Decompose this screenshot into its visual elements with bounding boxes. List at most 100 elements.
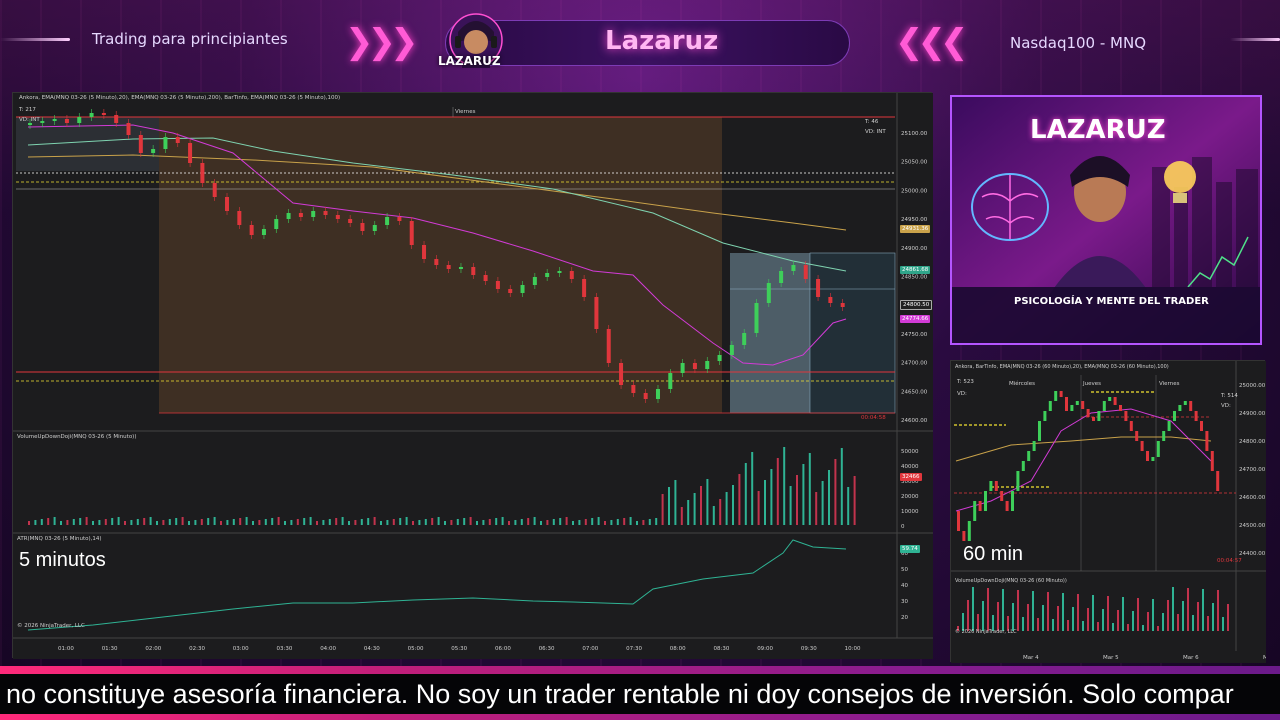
hourly-candle xyxy=(1156,441,1160,457)
volume-axis-label: 40000 xyxy=(901,464,919,470)
volume-bar xyxy=(783,447,786,525)
time-axis-label: 07:00 xyxy=(582,646,598,652)
hourly-copyright: © 2026 NinjaTrader, LLC xyxy=(955,629,1017,635)
bar-countdown: 00:04:58 xyxy=(861,415,886,421)
volume-bar xyxy=(85,517,88,525)
candle xyxy=(323,211,328,215)
hourly-volume-bar xyxy=(1107,596,1109,631)
hourly-volume-bar xyxy=(1017,590,1019,631)
time-axis-label: 09:30 xyxy=(801,646,817,652)
candle xyxy=(52,119,57,121)
volume-bar xyxy=(162,520,165,525)
volume-bar xyxy=(111,518,114,525)
hourly-price-axis-label: 25000.00 xyxy=(1239,383,1266,389)
tick-count-label: T: 217 xyxy=(19,107,36,113)
volume-bar xyxy=(520,519,523,525)
hourly-volume-bar xyxy=(1162,613,1164,631)
volume-bar xyxy=(668,487,670,525)
volume-bar xyxy=(348,521,350,525)
candle xyxy=(446,265,451,269)
hourly-volume-bar xyxy=(1177,614,1179,631)
volume-bar xyxy=(757,491,760,525)
volume-bar xyxy=(476,521,478,525)
volume-bar xyxy=(79,518,82,525)
candle xyxy=(828,297,833,303)
hourly-candle xyxy=(1129,421,1133,431)
hourly-candle xyxy=(1054,391,1058,401)
price-axis-label: 24650.00 xyxy=(901,389,928,395)
candle xyxy=(471,267,476,275)
time-axis-label: 08:00 xyxy=(670,646,686,652)
volume-bar xyxy=(309,517,312,525)
hourly-candle xyxy=(1200,421,1203,431)
candle xyxy=(766,283,771,303)
volume-bar xyxy=(584,519,587,525)
volume-bar xyxy=(828,470,830,525)
main-chart-panel[interactable]: 25100.00 25050.00 25000.00 24950.00 24900.00… xyxy=(12,92,933,659)
time-axis-label: 02:00 xyxy=(145,646,161,652)
candle xyxy=(569,271,574,279)
candle xyxy=(606,329,611,363)
volume-bar xyxy=(226,520,229,525)
time-axis-label: 08:30 xyxy=(714,646,730,652)
volume-bar xyxy=(808,453,811,525)
candle xyxy=(458,267,463,269)
candle xyxy=(631,385,636,393)
volume-bar xyxy=(482,520,485,525)
hourly-volume-bar xyxy=(1047,592,1049,631)
volume-bar xyxy=(450,520,453,525)
candle xyxy=(188,143,193,163)
hourly-volume-bar xyxy=(1057,606,1059,631)
hourly-candle xyxy=(1113,397,1117,405)
timeframe-label: 5 minutos xyxy=(19,549,106,571)
hourly-chart-panel[interactable]: 25000.00 24900.00 24800.00 24700.00 24600.00… xyxy=(950,360,1279,663)
volume-bar xyxy=(40,519,43,525)
decor-line-left xyxy=(0,38,70,41)
time-axis-label: 10:00 xyxy=(845,646,861,652)
candle xyxy=(40,121,45,123)
volume-bar xyxy=(559,518,562,525)
volume-bar xyxy=(149,517,152,525)
volume-bar xyxy=(540,521,542,525)
candle xyxy=(668,373,673,389)
candle xyxy=(274,219,279,229)
hourly-volume-bar xyxy=(1197,602,1199,631)
volume-bar xyxy=(98,520,101,525)
hourly-chart-svg[interactable]: 25000.00 24900.00 24800.00 24700.00 24600.00… xyxy=(951,361,1279,663)
candle xyxy=(114,115,119,123)
atr-axis-label: 40 xyxy=(901,583,908,589)
candle xyxy=(151,149,156,153)
hourly-price-axis-label: 24800.00 xyxy=(1239,439,1266,445)
volume-bar xyxy=(271,518,274,525)
candle xyxy=(545,273,550,277)
ema200-price-tag: 24931.36 xyxy=(900,225,931,233)
candle xyxy=(532,277,537,285)
volume-bar xyxy=(623,518,626,525)
price-axis-label: 24850.00 xyxy=(901,275,928,281)
stream-topic-label: Trading para principiantes xyxy=(92,30,288,48)
hourly-volume-bar xyxy=(1167,600,1169,631)
thumbnail-subtitle: PSICOLOGÍA Y MENTE DEL TRADER xyxy=(1014,296,1209,307)
hourly-candle xyxy=(1011,491,1014,511)
volume-price-tag: 32466 xyxy=(900,473,922,481)
candle xyxy=(729,345,734,355)
hourly-volume-bar xyxy=(1142,625,1144,631)
hourly-volume-bar xyxy=(1067,620,1069,631)
hourly-candle xyxy=(1119,405,1122,411)
hourly-candle xyxy=(1048,401,1052,411)
volume-bar xyxy=(354,520,357,525)
atr-axis-label: 30 xyxy=(901,599,908,605)
main-chart-svg[interactable]: 25100.00 25050.00 25000.00 24950.00 24900.00… xyxy=(13,93,933,659)
volume-bar xyxy=(533,517,536,525)
volume-bar xyxy=(53,517,56,525)
hourly-candle xyxy=(1097,411,1101,421)
candle xyxy=(175,137,180,143)
day-label: Viernes xyxy=(455,109,476,115)
hourly-volume-bar xyxy=(987,588,989,631)
hourly-volume-bar xyxy=(1012,603,1014,631)
candle xyxy=(77,117,82,123)
time-axis-label: 04:00 xyxy=(320,646,336,652)
vd-label: VD: INT xyxy=(19,117,40,123)
volume-bar xyxy=(642,520,645,525)
volume-bar xyxy=(764,480,766,525)
